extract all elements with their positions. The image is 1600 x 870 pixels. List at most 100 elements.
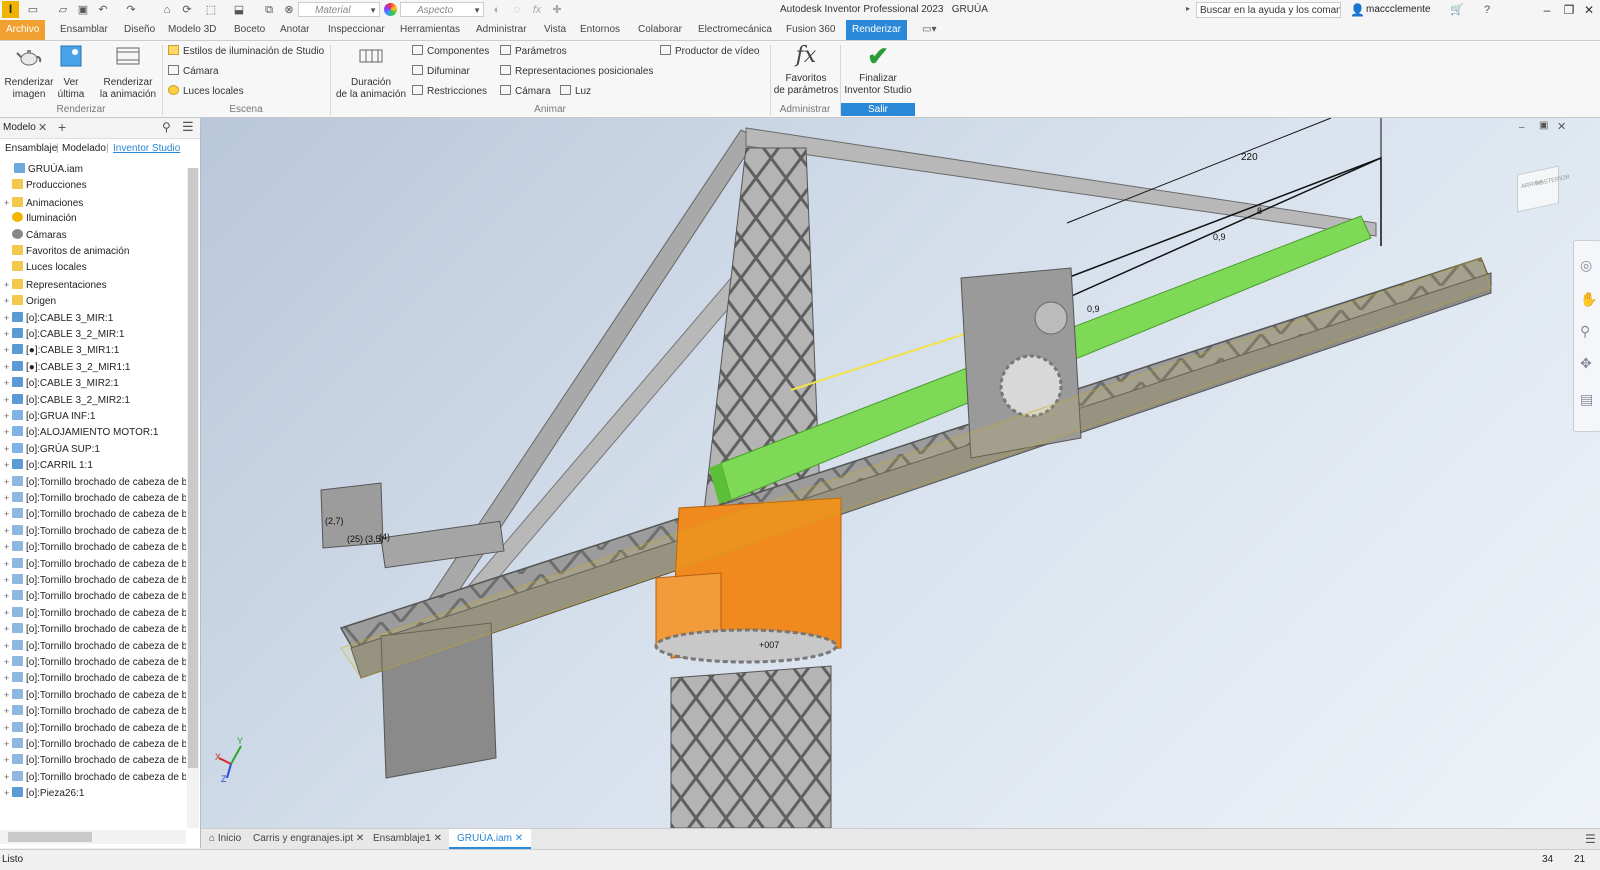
expand-icon[interactable]: + [4,638,12,654]
expand-icon[interactable]: + [4,621,12,637]
expand-arrow-icon[interactable]: ▸ [1186,4,1190,13]
tree-item[interactable]: Producciones [0,178,186,194]
doc-tab-inicio[interactable]: ⌂ Inicio [201,829,249,849]
expand-icon[interactable]: + [4,736,12,752]
help-icon[interactable]: ? [1480,3,1494,17]
tree-item[interactable]: + [o]:Tornillo brochado de cabeza de bot [0,736,186,752]
tree-item[interactable]: + [●]:CABLE 3_2_MIR1:1 [0,359,186,375]
animate-fade-button[interactable]: Difuminar [412,65,470,79]
scroll-thumb[interactable] [188,168,198,768]
home-icon[interactable]: ⌂ [160,3,174,17]
expand-icon[interactable]: + [4,195,12,211]
expand-icon[interactable]: + [4,539,12,555]
expand-icon[interactable]: + [4,687,12,703]
expand-icon[interactable]: + [4,392,12,408]
undo-icon[interactable]: ↶ [96,3,110,17]
close-tab-icon[interactable]: ✕ [515,833,523,844]
new-file-icon[interactable]: ▭ [26,3,40,17]
tree-item[interactable]: + [o]:Tornillo brochado de cabeza de bot [0,474,186,490]
animate-constraints-button[interactable]: Restricciones [412,85,487,99]
search-icon[interactable]: ⚲ [162,120,171,134]
expand-icon[interactable]: + [4,588,12,604]
fx-icon[interactable]: fx [530,3,544,17]
tree-item[interactable]: Cámaras [0,228,186,244]
view-last-button[interactable]: Ver última [56,43,86,101]
tree-item[interactable]: + [o]:Tornillo brochado de cabeza de bot [0,490,186,506]
tree-item[interactable]: Favoritos de animación [0,244,186,260]
tree-item[interactable]: GRUÚA.iam [0,162,186,178]
expand-icon[interactable]: + [4,506,12,522]
expand-icon[interactable]: + [4,310,12,326]
close-button[interactable]: ✕ [1580,2,1598,18]
doc-tab-ensamblaje1[interactable]: Ensamblaje1 ✕ [365,829,450,849]
clear-icon[interactable]: ◌ [510,3,524,17]
doc-tab-gruua[interactable]: GRUÚA.iam ✕ [449,829,532,849]
tree-item[interactable]: + [o]:Tornillo brochado de cabeza de bot [0,752,186,768]
tabs-menu-icon[interactable]: ☰ [1585,832,1596,846]
expand-icon[interactable]: + [4,556,12,572]
close-tab-icon[interactable]: ✕ [356,833,364,844]
close-panel-icon[interactable]: ✕ [38,121,47,134]
tab-anotar[interactable]: Anotar [274,20,315,40]
tree-item[interactable]: + [o]:CABLE 3_MIR:1 [0,310,186,326]
expand-icon[interactable]: + [4,572,12,588]
expand-icon[interactable]: + [4,424,12,440]
menu-icon[interactable]: ☰ [182,119,194,135]
tree-item[interactable]: + [o]:Pieza26:1 [0,785,186,801]
project-icon[interactable]: ⧉ [262,3,276,17]
vertical-scrollbar[interactable] [187,168,199,828]
tree-item[interactable]: + [o]:Tornillo brochado de cabeza de bot [0,638,186,654]
close-tab-icon[interactable]: ✕ [434,833,442,844]
select-filter-icon[interactable]: ⬚ [204,3,218,17]
appearance-combo[interactable]: Aspecto ▼ [400,2,484,17]
dimension-007[interactable]: +007 [759,640,779,650]
zoom-icon[interactable]: ⚲ [1580,323,1590,340]
tree-item[interactable]: + [o]:Tornillo brochado de cabeza de bot [0,621,186,637]
tab-administrar[interactable]: Administrar [470,20,533,40]
maximize-view-icon[interactable]: ▣ [1539,120,1548,131]
tree-item[interactable]: + [o]:Tornillo brochado de cabeza de bot [0,769,186,785]
tree-item[interactable]: + [o]:Tornillo brochado de cabeza de bot [0,572,186,588]
tab-colaborar[interactable]: Colaborar [632,20,688,40]
user-icon[interactable]: 👤 [1350,3,1365,17]
tree-item[interactable]: + [●]:CABLE 3_MIR1:1 [0,342,186,358]
adjust-icon[interactable]: ◐ [490,3,504,17]
expand-icon[interactable]: + [4,785,12,801]
minimize-button[interactable]: – [1538,2,1556,18]
tab-diseno[interactable]: Diseño [118,20,161,40]
tree-item[interactable]: + [o]:Tornillo brochado de cabeza de bot [0,588,186,604]
restore-button[interactable]: ❐ [1560,2,1578,18]
save-icon[interactable]: ▣ [76,3,90,17]
tree-item[interactable]: + [o]:Tornillo brochado de cabeza de bot [0,720,186,736]
expand-icon[interactable]: + [4,670,12,686]
clear-override-icon[interactable]: ⊗ [282,3,296,17]
close-view-icon[interactable]: ✕ [1557,120,1566,133]
render-image-button[interactable]: Renderizar imagen [4,43,54,101]
expand-icon[interactable]: + [4,441,12,457]
expand-icon[interactable]: + [4,654,12,670]
expand-icon[interactable]: + [4,474,12,490]
expand-icon[interactable]: + [4,605,12,621]
render-animation-button[interactable]: Renderizar la animación [96,43,160,101]
tab-herramientas[interactable]: Herramientas [394,20,466,40]
animate-camera-button[interactable]: Cámara [500,85,551,99]
tree-item[interactable]: + [o]:GRÚA SUP:1 [0,441,186,457]
expand-icon[interactable]: + [4,342,12,358]
dimension-0-9-a[interactable]: 0,9 [1213,232,1226,242]
tree-item[interactable]: + [o]:Tornillo brochado de cabeza de bot [0,687,186,703]
hscroll-thumb[interactable] [8,832,92,842]
doc-tab-carris[interactable]: Carris y engranajes.ipt ✕ [245,829,372,849]
tree-item[interactable]: + Representaciones [0,277,186,293]
tree-item[interactable]: + [o]:CABLE 3_2_MIR:1 [0,326,186,342]
tree-item[interactable]: + [o]:Tornillo brochado de cabeza de bot [0,506,186,522]
animate-light-button[interactable]: Luz [560,85,591,99]
viewcube[interactable]: ARRIBA POSTERIOR [1511,162,1571,213]
expand-icon[interactable]: + [4,752,12,768]
tab-fusion-360[interactable]: Fusion 360 [780,20,841,40]
expand-icon[interactable]: + [4,375,12,391]
dimension-8[interactable]: 8 [1257,206,1262,216]
positional-reps-button[interactable]: Representaciones posicionales [500,65,653,79]
tree-item[interactable]: + [o]:Tornillo brochado de cabeza de bot [0,670,186,686]
expand-icon[interactable]: + [4,523,12,539]
panel-options-icon[interactable]: ▭▾ [922,24,944,36]
